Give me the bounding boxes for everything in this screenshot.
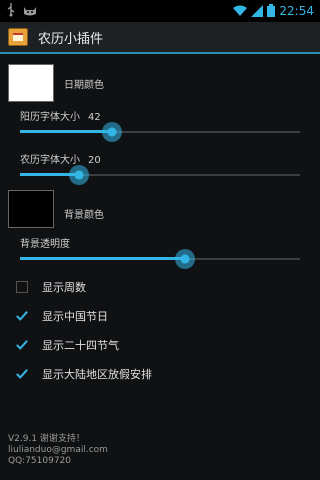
- date-color-label: 日期颜色: [64, 80, 104, 91]
- version-text: V2.9.1 谢谢支持！: [8, 434, 85, 444]
- background-color-label: 背景颜色: [64, 210, 104, 221]
- date-color-swatch[interactable]: [8, 64, 54, 102]
- app-title: 农历小插件: [38, 31, 104, 47]
- checkmark-icon: [16, 340, 28, 350]
- checkbox-box[interactable]: [16, 310, 28, 322]
- checkbox-show-holiday-schedule[interactable]: 显示大陆地区放假安排: [16, 366, 152, 382]
- wifi-icon: [233, 2, 248, 21]
- contact-qq: QQ:75109720: [8, 456, 72, 466]
- solar-font-size-slider[interactable]: [20, 121, 300, 143]
- slider-thumb[interactable]: [102, 122, 123, 142]
- checkbox-box[interactable]: [16, 281, 28, 293]
- checkbox-label: 显示大陆地区放假安排: [42, 368, 152, 381]
- background-opacity-slider[interactable]: [20, 248, 300, 270]
- calendar-icon[interactable]: [8, 28, 28, 46]
- usb-icon: [6, 2, 16, 21]
- footer-info: V2.9.1 谢谢支持！ liulianduo@gmail.com QQ:751…: [8, 434, 108, 467]
- settings-content: 日期颜色 阳历字体大小 42 农历字体大小 20 背景颜色 背景透明度 显示周数 显…: [0, 56, 320, 480]
- lunar-font-size-slider[interactable]: [20, 164, 300, 186]
- signal-icon: [251, 2, 264, 21]
- contact-email: liulianduo@gmail.com: [8, 445, 108, 455]
- status-time: 22:54: [279, 4, 314, 18]
- battery-icon: [267, 2, 276, 21]
- checkmark-icon: [16, 369, 28, 379]
- checkbox-label: 显示二十四节气: [42, 339, 119, 352]
- slider-fill: [20, 257, 186, 260]
- checkbox-show-solar-terms[interactable]: 显示二十四节气: [16, 337, 119, 353]
- slider-thumb[interactable]: [68, 165, 89, 185]
- status-bar: 22:54: [0, 0, 320, 22]
- cat-icon: [22, 2, 38, 21]
- action-bar: 农历小插件: [0, 22, 320, 54]
- checkbox-show-week-number[interactable]: 显示周数: [16, 279, 86, 295]
- checkbox-show-chinese-festivals[interactable]: 显示中国节日: [16, 308, 108, 324]
- slider-fill: [20, 130, 113, 133]
- checkmark-icon: [16, 311, 28, 321]
- checkbox-label: 显示周数: [42, 281, 86, 294]
- slider-thumb[interactable]: [175, 249, 196, 269]
- background-color-swatch[interactable]: [8, 190, 54, 228]
- checkbox-box[interactable]: [16, 339, 28, 351]
- checkbox-label: 显示中国节日: [42, 310, 108, 323]
- checkbox-box[interactable]: [16, 368, 28, 380]
